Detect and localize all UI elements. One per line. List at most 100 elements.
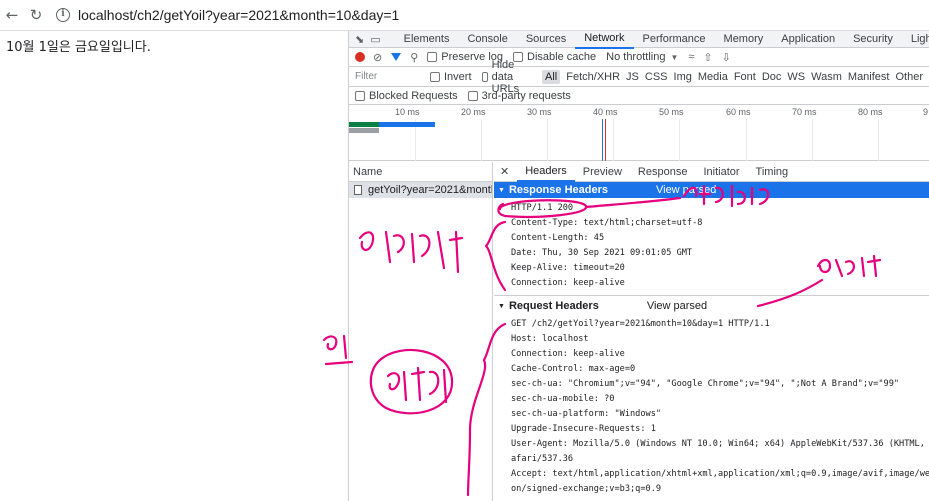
download-icon[interactable]: ⇩ <box>722 51 731 64</box>
timeline-tick: 50 ms <box>659 107 684 117</box>
back-arrow-icon[interactable]: ← <box>0 3 24 27</box>
request-row[interactable]: getYoil?year=2021&month=1... <box>349 182 492 198</box>
tab-lighthouse[interactable]: Lighthouse <box>902 31 929 48</box>
request-name: getYoil?year=2021&month=1... <box>368 184 492 196</box>
document-icon <box>354 185 362 195</box>
invert-label: Invert <box>444 70 472 83</box>
throttling-select[interactable]: No throttling ▼ <box>606 51 678 63</box>
response-headers-section[interactable]: ▼ Response Headers View parsed <box>494 182 929 198</box>
filter-bar: Filter Invert Hide data URLs All Fetch/X… <box>349 59 929 95</box>
response-header-line: HTTP/1.1 200 <box>511 203 574 213</box>
search-icon[interactable]: ⚲ <box>410 51 418 64</box>
type-ws[interactable]: WS <box>787 71 805 83</box>
gridline <box>679 119 680 161</box>
gridline <box>746 119 747 161</box>
response-header-line: Keep-Alive: timeout=20 <box>511 263 625 273</box>
network-lower-pane: Name getYoil?year=2021&month=1... ✕ Head… <box>349 162 929 501</box>
invert-checkbox[interactable]: Invert <box>430 71 472 83</box>
name-column-header[interactable]: Name <box>349 162 492 182</box>
network-toolbar: ⊘ ⚲ Preserve log Disable cache No thrott… <box>349 48 929 67</box>
response-header-line: Content-Type: text/html;charset=utf-8 <box>511 218 703 228</box>
page-viewport: 10월 1일은 금요일입니다. <box>0 31 348 501</box>
request-header-line: on/signed-exchange;v=b3;q=0.9 <box>511 484 662 494</box>
device-toggle-icon[interactable]: ▭ <box>370 32 380 46</box>
reload-icon[interactable]: ↻ <box>24 3 48 27</box>
checkbox[interactable] <box>481 71 488 82</box>
third-party-checkbox[interactable]: 3rd-party requests <box>467 90 571 102</box>
chevron-down-icon: ▼ <box>670 52 679 62</box>
response-header-line: Connection: keep-alive <box>511 278 625 288</box>
page-text: 10월 1일은 금요일입니다. <box>6 40 151 55</box>
wifi-icon[interactable]: ≈ <box>688 51 694 63</box>
timeline-bar-download <box>379 122 435 127</box>
tab-network[interactable]: Network <box>575 30 634 49</box>
type-wasm[interactable]: Wasm <box>811 71 842 83</box>
type-doc[interactable]: Doc <box>762 71 782 83</box>
tab-timing[interactable]: Timing <box>748 162 797 182</box>
disable-cache-label: Disable cache <box>527 51 597 63</box>
blocked-requests-bar: Blocked Requests 3rd-party requests <box>349 87 929 105</box>
blocked-requests-checkbox[interactable]: Blocked Requests <box>355 90 458 102</box>
timeline-tick: 9 <box>923 107 929 117</box>
checkbox[interactable] <box>355 90 365 101</box>
checkbox[interactable] <box>467 90 478 101</box>
type-all[interactable]: All <box>542 69 561 84</box>
request-header-line: Cache-Control: max-age=0 <box>511 364 636 374</box>
filter-icon[interactable] <box>391 53 402 61</box>
type-media[interactable]: Media <box>698 71 728 83</box>
close-icon[interactable]: ✕ <box>500 165 509 178</box>
clear-icon[interactable]: ⊘ <box>373 51 382 64</box>
gridline <box>613 119 614 161</box>
checkbox[interactable] <box>430 71 440 82</box>
request-headers-section[interactable]: ▼ Request Headers View parsed <box>494 298 929 314</box>
tab-headers[interactable]: Headers <box>517 162 575 182</box>
type-fetch-xhr[interactable]: Fetch/XHR <box>566 71 620 83</box>
request-header-line: Upgrade-Insecure-Requests: 1 <box>511 424 656 434</box>
tab-response[interactable]: Response <box>630 162 696 182</box>
dom-content-loaded-line <box>602 119 603 161</box>
upload-icon[interactable]: ⇧ <box>703 51 712 64</box>
gridline <box>547 119 548 161</box>
inspect-icon[interactable]: ⬊ <box>355 32 364 46</box>
tab-preview[interactable]: Preview <box>575 162 630 182</box>
tab-console[interactable]: Console <box>458 31 516 48</box>
gridline <box>812 119 813 161</box>
type-img[interactable]: Img <box>674 71 692 83</box>
detail-tabbar: ✕ Headers Preview Response Initiator Tim… <box>494 162 929 182</box>
response-headers-title: Response Headers <box>508 184 608 196</box>
response-header-line: Date: Thu, 30 Sep 2021 09:01:05 GMT <box>511 248 693 258</box>
record-icon[interactable] <box>355 52 365 62</box>
tab-initiator[interactable]: Initiator <box>695 162 747 182</box>
type-other[interactable]: Other <box>895 71 923 83</box>
triangle-down-icon: ▼ <box>498 186 505 194</box>
timeline-tick: 20 ms <box>461 107 486 117</box>
request-headers-title: Request Headers <box>508 300 599 312</box>
url-text[interactable]: localhost/ch2/getYoil?year=2021&month=10… <box>78 7 399 23</box>
tab-sources[interactable]: Sources <box>517 31 575 48</box>
request-header-line: sec-ch-ua-platform: "Windows" <box>511 409 662 419</box>
triangle-down-icon: ▼ <box>498 302 505 310</box>
type-js[interactable]: JS <box>626 71 639 83</box>
request-header-line: sec-ch-ua: "Chromium";v="94", "Google Ch… <box>511 379 900 389</box>
timeline-bar-queue <box>349 128 379 133</box>
response-header-line: Content-Length: 45 <box>511 233 605 243</box>
type-font[interactable]: Font <box>734 71 756 83</box>
filter-input[interactable]: Filter <box>355 70 420 84</box>
tab-elements[interactable]: Elements <box>395 31 459 48</box>
view-parsed-link[interactable]: View parsed <box>656 184 716 196</box>
view-parsed-link[interactable]: View parsed <box>647 300 707 312</box>
timeline-tick: 70 ms <box>792 107 817 117</box>
request-detail: ✕ Headers Preview Response Initiator Tim… <box>494 162 929 501</box>
timeline-tick: 30 ms <box>527 107 552 117</box>
tab-security[interactable]: Security <box>844 31 902 48</box>
tab-application[interactable]: Application <box>772 31 844 48</box>
address-bar: ← ↻ i localhost/ch2/getYoil?year=2021&mo… <box>0 0 929 31</box>
tab-performance[interactable]: Performance <box>634 31 715 48</box>
type-css[interactable]: CSS <box>645 71 668 83</box>
info-icon[interactable]: i <box>56 8 70 22</box>
timeline-tick: 80 ms <box>858 107 883 117</box>
checkbox[interactable] <box>427 52 438 62</box>
network-timeline[interactable]: 10 ms 20 ms 30 ms 40 ms 50 ms 60 ms 70 m… <box>349 105 929 161</box>
tab-memory[interactable]: Memory <box>715 31 773 48</box>
type-manifest[interactable]: Manifest <box>848 71 890 83</box>
